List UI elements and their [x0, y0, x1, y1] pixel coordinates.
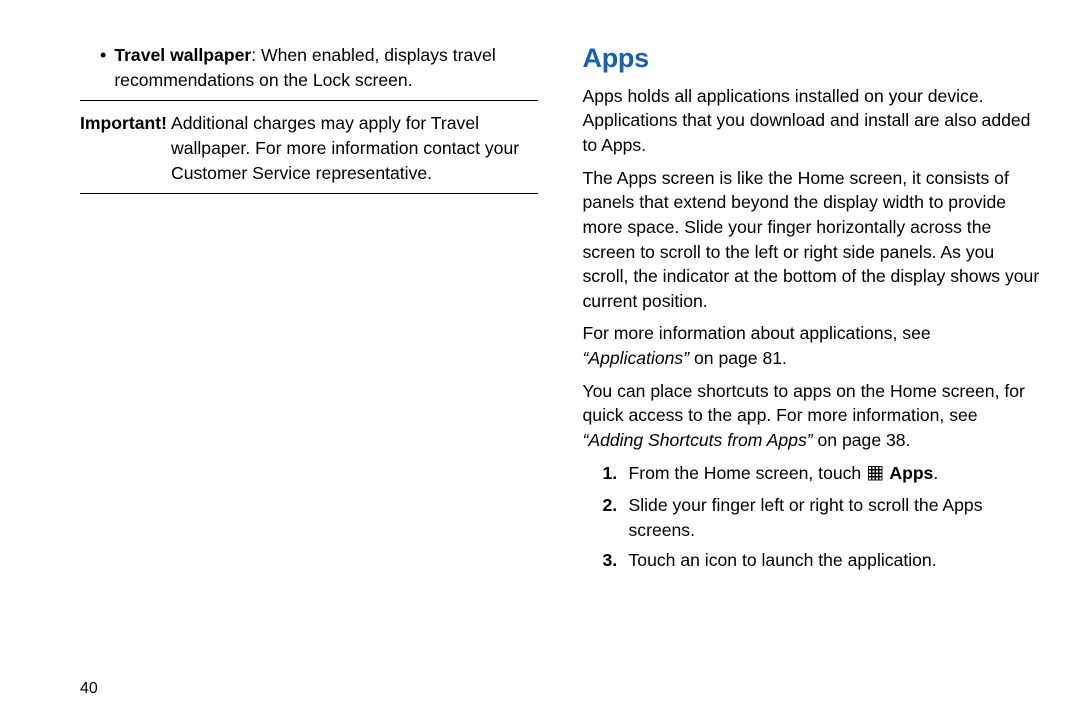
step-number: 3. [603, 548, 621, 573]
p3-post: on page 81. [689, 348, 787, 368]
p3-pre: For more information about applications,… [583, 323, 931, 343]
divider-top [80, 100, 538, 101]
bullet-dot-icon: • [100, 43, 106, 92]
paragraph-4: You can place shortcuts to apps on the H… [583, 379, 1041, 453]
p3-reference: “Applications” [583, 348, 690, 368]
p4-pre: You can place shortcuts to apps on the H… [583, 381, 1025, 426]
step-1-pre: From the Home screen, touch [629, 463, 867, 483]
paragraph-2: The Apps screen is like the Home screen,… [583, 166, 1041, 314]
divider-bottom [80, 193, 538, 194]
paragraph-3: For more information about applications,… [583, 321, 1041, 370]
step-3-text: Touch an icon to launch the application. [629, 548, 1041, 573]
p4-post: on page 38. [813, 430, 911, 450]
step-3: 3. Touch an icon to launch the applicati… [603, 548, 1041, 573]
important-body: Additional charges may apply for Travel … [171, 111, 538, 185]
apps-grid-icon [868, 463, 883, 488]
important-label: Important! [80, 111, 167, 185]
p4-reference: “Adding Shortcuts from Apps” [583, 430, 813, 450]
bullet-text: Travel wallpaper: When enabled, displays… [114, 43, 537, 92]
important-note: Important! Additional charges may apply … [80, 111, 538, 185]
bullet-term: Travel wallpaper [114, 45, 251, 65]
step-number: 1. [603, 461, 621, 486]
document-page: • Travel wallpaper: When enabled, displa… [0, 0, 1080, 720]
left-column: • Travel wallpaper: When enabled, displa… [80, 43, 538, 710]
page-number: 40 [80, 680, 98, 698]
step-number: 2. [603, 493, 621, 518]
step-1-post: . [933, 463, 938, 483]
step-2: 2. Slide your finger left or right to sc… [603, 493, 1041, 542]
right-column: Apps Apps holds all applications install… [583, 40, 1041, 710]
section-heading-apps: Apps [583, 40, 1041, 78]
step-1: 1. From the Home screen, touch Apps. [603, 461, 1041, 488]
step-2-text: Slide your finger left or right to scrol… [629, 493, 1041, 542]
steps-list: 1. From the Home screen, touch Apps. 2. … [603, 461, 1041, 574]
step-1-text: From the Home screen, touch Apps. [629, 461, 1041, 488]
bullet-travel-wallpaper: • Travel wallpaper: When enabled, displa… [100, 43, 538, 92]
paragraph-1: Apps holds all applications installed on… [583, 84, 1041, 158]
step-1-bold: Apps [885, 463, 933, 483]
